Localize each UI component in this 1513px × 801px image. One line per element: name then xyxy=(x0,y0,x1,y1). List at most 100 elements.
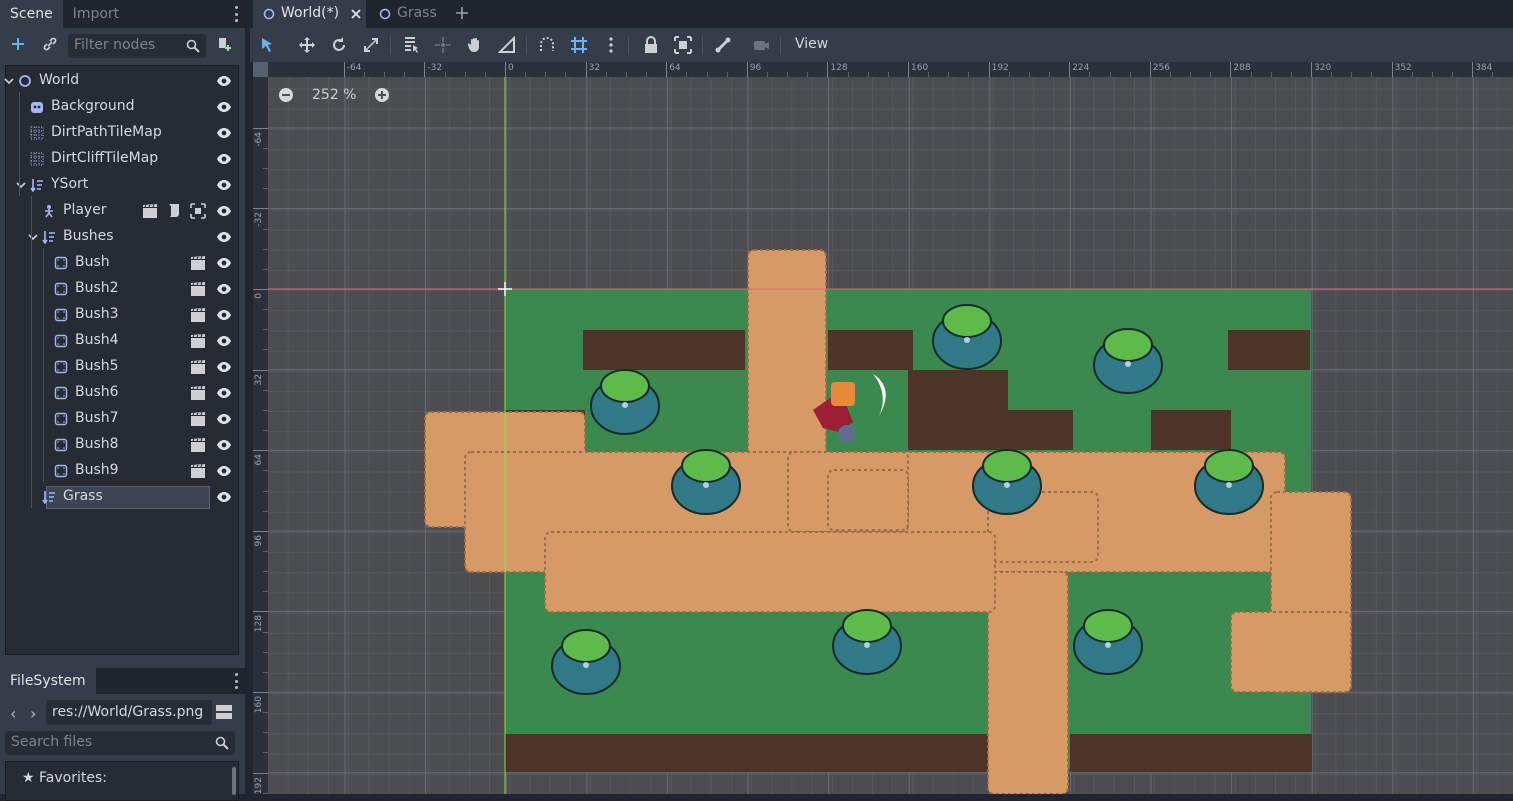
scrollbar[interactable] xyxy=(232,767,236,795)
tree-item-bush7[interactable]: Bush7 xyxy=(6,406,238,432)
visibility-eye-icon[interactable] xyxy=(216,100,232,114)
more-options-icon[interactable] xyxy=(602,36,620,54)
tree-item-bush2[interactable]: Bush2 xyxy=(6,276,238,302)
filter-nodes-input[interactable]: Filter nodes xyxy=(68,34,206,58)
scene-instance-icon[interactable] xyxy=(142,203,158,219)
chevron-down-icon[interactable] xyxy=(28,232,38,242)
chevron-down-icon[interactable] xyxy=(4,76,14,86)
visibility-eye-icon[interactable] xyxy=(216,204,232,218)
add-node-button[interactable] xyxy=(6,32,30,56)
scene-instance-icon[interactable] xyxy=(190,463,206,479)
visibility-eye-icon[interactable] xyxy=(216,334,232,348)
star-icon: ★ xyxy=(22,770,35,786)
filesystem-path-field[interactable]: res://World/Grass.png xyxy=(46,700,212,725)
visibility-eye-icon[interactable] xyxy=(216,230,232,244)
tree-connector xyxy=(19,92,20,196)
scene-instance-icon[interactable] xyxy=(190,255,206,271)
grid-snap-icon[interactable] xyxy=(570,36,588,54)
tree-item-dirtclifftilemap[interactable]: DirtCliffTileMap xyxy=(6,146,238,172)
tree-item-bush3[interactable]: Bush3 xyxy=(6,302,238,328)
kinematic-body-icon xyxy=(42,204,56,218)
tree-item-world[interactable]: World xyxy=(6,68,238,94)
tree-item-bush6[interactable]: Bush6 xyxy=(6,380,238,406)
visibility-eye-icon[interactable] xyxy=(216,412,232,426)
visibility-eye-icon[interactable] xyxy=(216,178,232,192)
visibility-eye-icon[interactable] xyxy=(216,126,232,140)
visibility-eye-icon[interactable] xyxy=(216,152,232,166)
tree-item-grass[interactable]: Grass xyxy=(6,484,238,510)
tree-item-player[interactable]: Player xyxy=(6,198,238,224)
tab-import[interactable]: Import xyxy=(63,0,129,28)
instance-scene-button[interactable] xyxy=(38,32,62,56)
scene-instance-icon[interactable] xyxy=(190,437,206,453)
split-layout-icon[interactable] xyxy=(215,703,233,721)
tree-item-bush8[interactable]: Bush8 xyxy=(6,432,238,458)
ruler-tick xyxy=(586,62,587,77)
pivot-icon[interactable] xyxy=(434,36,452,54)
scene-instance-icon[interactable] xyxy=(190,307,206,323)
scene-instance-icon[interactable] xyxy=(190,411,206,427)
visibility-eye-icon[interactable] xyxy=(216,490,232,504)
tree-item-background[interactable]: Background xyxy=(6,94,238,120)
visibility-eye-icon[interactable] xyxy=(216,360,232,374)
tree-item-bush9[interactable]: Bush9 xyxy=(6,458,238,484)
select-mode-icon[interactable] xyxy=(258,36,276,54)
new-scene-tab-button[interactable] xyxy=(454,5,470,25)
ruler-icon[interactable] xyxy=(498,36,516,54)
scene-tabs-bar: World(*) Grass xyxy=(250,0,1513,28)
bush-origin xyxy=(1004,482,1010,488)
pan-hand-icon[interactable] xyxy=(466,36,484,54)
chevron-down-icon[interactable] xyxy=(16,180,26,190)
visibility-eye-icon[interactable] xyxy=(216,74,232,88)
ruler-minor-tick xyxy=(1089,72,1090,77)
smart-snap-icon[interactable] xyxy=(538,36,556,54)
tree-item-bushes[interactable]: Bushes xyxy=(6,224,238,250)
search-files-input[interactable]: Search files xyxy=(5,731,235,755)
favorites-row[interactable]: ★ Favorites: xyxy=(22,770,107,786)
tab-scene[interactable]: Scene xyxy=(0,0,63,28)
script-icon[interactable] xyxy=(166,203,182,219)
scene-instance-icon[interactable] xyxy=(190,333,206,349)
visibility-eye-icon[interactable] xyxy=(216,464,232,478)
visibility-eye-icon[interactable] xyxy=(216,308,232,322)
list-select-icon[interactable] xyxy=(402,36,420,54)
filesystem-menu-icon[interactable] xyxy=(233,673,239,689)
tree-item-ysort[interactable]: YSort xyxy=(6,172,238,198)
group-icon[interactable] xyxy=(190,203,206,219)
scene-instance-icon[interactable] xyxy=(190,359,206,375)
scale-mode-icon[interactable] xyxy=(362,36,380,54)
bone-icon[interactable] xyxy=(714,36,732,54)
dock-menu-icon[interactable] xyxy=(233,6,239,22)
tree-item-bush[interactable]: Bush xyxy=(6,250,238,276)
visibility-eye-icon[interactable] xyxy=(216,282,232,296)
tree-item-dirtpathtilemap[interactable]: DirtPathTileMap xyxy=(6,120,238,146)
zoom-level[interactable]: 252 % xyxy=(312,87,356,103)
rotate-mode-icon[interactable] xyxy=(330,36,348,54)
tab-world[interactable]: World(*) xyxy=(253,0,366,28)
camera-override-icon[interactable] xyxy=(752,36,770,54)
scene-instance-icon[interactable] xyxy=(190,281,206,297)
visibility-eye-icon[interactable] xyxy=(216,438,232,452)
attach-script-button[interactable] xyxy=(212,32,236,56)
bush-leaves xyxy=(943,305,991,337)
tree-item-bush4[interactable]: Bush4 xyxy=(6,328,238,354)
tree-item-bush5[interactable]: Bush5 xyxy=(6,354,238,380)
visibility-eye-icon[interactable] xyxy=(216,386,232,400)
ruler-minor-tick xyxy=(404,72,405,77)
group-icon[interactable] xyxy=(674,36,692,54)
tab-filesystem[interactable]: FileSystem xyxy=(0,668,96,694)
visibility-eye-icon[interactable] xyxy=(216,256,232,270)
lock-icon[interactable] xyxy=(642,36,660,54)
scene-canvas[interactable] xyxy=(253,62,1513,794)
tab-grass[interactable]: Grass xyxy=(374,0,444,28)
scene-instance-icon[interactable] xyxy=(190,385,206,401)
bush-origin xyxy=(1105,642,1111,648)
back-arrow-icon[interactable]: ‹ xyxy=(10,704,22,720)
move-mode-icon[interactable] xyxy=(298,36,316,54)
canvas-viewport[interactable]: -64-320326496128160192224256288320352384… xyxy=(253,62,1513,794)
view-menu[interactable]: View xyxy=(795,36,828,52)
zoom-in-icon[interactable] xyxy=(374,87,390,103)
node2d-circle-icon xyxy=(263,8,275,20)
zoom-out-icon[interactable] xyxy=(278,87,294,103)
forward-arrow-icon[interactable]: › xyxy=(30,704,42,720)
